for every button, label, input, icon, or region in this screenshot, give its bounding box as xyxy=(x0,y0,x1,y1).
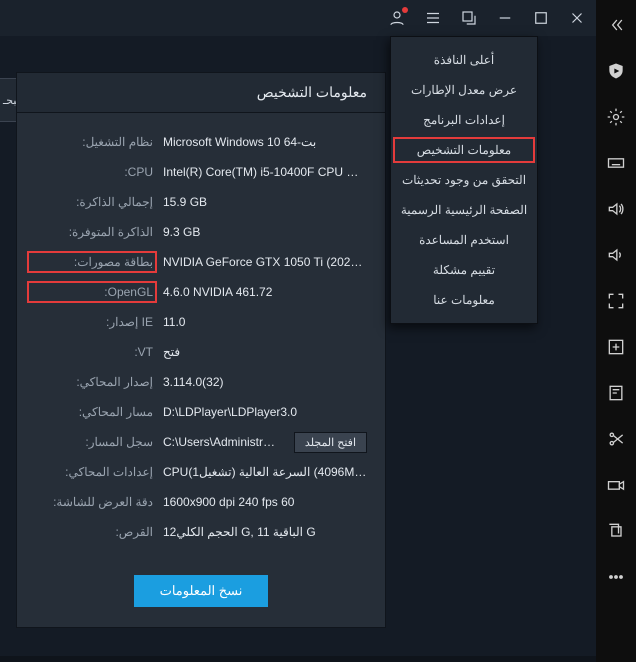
diag-row: OpenGL: 4.6.0 NVIDIA 461.72 xyxy=(31,277,367,307)
menu-item[interactable]: أعلى النافذة xyxy=(391,45,537,75)
diag-label: إصدار المحاكي: xyxy=(31,375,153,389)
volume-down-icon[interactable] xyxy=(605,244,627,266)
gear-icon[interactable] xyxy=(605,106,627,128)
title-bar xyxy=(0,0,596,36)
copy-info-button[interactable]: نسخ المعلومات xyxy=(134,575,269,607)
profile-icon[interactable] xyxy=(388,9,406,27)
bottom-divider xyxy=(0,656,596,662)
diag-label: دقة العرض للشاشة: xyxy=(31,495,153,509)
dots-icon[interactable] xyxy=(605,566,627,588)
diag-value: 3.114.0(32) xyxy=(163,375,367,389)
menu-item[interactable]: معلومات عنا xyxy=(391,285,537,315)
diag-row: القرص: 12الحجم الكلي G, الباقية 11 G xyxy=(31,517,367,547)
diag-row: إجمالي الذاكرة: 15.9 GB xyxy=(31,187,367,217)
diag-label: OpenGL: xyxy=(31,285,153,299)
diag-value: 15.9 GB xyxy=(163,195,367,209)
multi-window-icon[interactable] xyxy=(460,9,478,27)
chevrons-icon[interactable] xyxy=(605,14,627,36)
diag-value: 11.0 xyxy=(163,315,367,329)
diag-row: بطاقة مصورات: NVIDIA GeForce GTX 1050 Ti … xyxy=(31,247,367,277)
diag-label: بطاقة مصورات: xyxy=(31,255,153,269)
diag-value: NVIDIA GeForce GTX 1050 Ti (2021022 xyxy=(163,255,367,269)
diag-row: CPU: Intel(R) Core(TM) i5-10400F CPU @ 2.… xyxy=(31,157,367,187)
side-toolbar xyxy=(596,0,636,662)
shield-icon[interactable] xyxy=(605,60,627,82)
diag-row: الذاكرة المتوفرة: 9.3 GB xyxy=(31,217,367,247)
menu-item[interactable]: استخدم المساعدة xyxy=(391,225,537,255)
menu-item[interactable]: التحقق من وجود تحديثات xyxy=(391,165,537,195)
volume-up-icon[interactable] xyxy=(605,198,627,220)
maximize-button[interactable] xyxy=(532,9,550,27)
camera-icon[interactable] xyxy=(605,474,627,496)
settings-menu: أعلى النافذةعرض معدل الإطاراتإعدادات الب… xyxy=(390,36,538,324)
diag-label: نظام التشغيل: xyxy=(31,135,153,149)
diag-value: 1600x900 dpi 240 fps 60 xyxy=(163,495,367,509)
menu-item[interactable]: معلومات التشخيص xyxy=(391,135,537,165)
diag-row: نظام التشغيل: Microsoft Windows 10 64-بت xyxy=(31,127,367,157)
menu-item[interactable]: تقييم مشكلة xyxy=(391,255,537,285)
diag-row: VT: فتح xyxy=(31,337,367,367)
diag-label: مسار المحاكي: xyxy=(31,405,153,419)
notification-dot xyxy=(402,7,408,13)
apk-icon[interactable] xyxy=(605,382,627,404)
diag-label: IE إصدار: xyxy=(31,315,153,329)
minimize-button[interactable] xyxy=(496,9,514,27)
diag-label: إعدادات المحاكي: xyxy=(31,465,153,479)
plus-box-icon[interactable] xyxy=(605,336,627,358)
diag-value: 9.3 GB xyxy=(163,225,367,239)
diag-row: مسار المحاكي: D:\LDPlayer\LDPlayer3.0 xyxy=(31,397,367,427)
fullscreen-icon[interactable] xyxy=(605,290,627,312)
diag-value: 12الحجم الكلي G, الباقية 11 G xyxy=(163,525,367,539)
diag-row: IE إصدار: 11.0 xyxy=(31,307,367,337)
diag-label: VT: xyxy=(31,345,153,359)
menu-item[interactable]: الصفحة الرئيسية الرسمية xyxy=(391,195,537,225)
menu-item[interactable]: إعدادات البرنامج xyxy=(391,105,537,135)
dialog-title: معلومات التشخيص xyxy=(17,73,385,113)
scissors-icon[interactable] xyxy=(605,428,627,450)
diag-value: CPU(1تشغيل) السرعة العالية (4096M):(نواة… xyxy=(163,465,367,479)
diag-value: Microsoft Windows 10 64-بت xyxy=(163,135,367,149)
app-surface: لبحـ معلومات التشخيص نظام التشغيل:Micros… xyxy=(0,0,596,662)
menu-item[interactable]: عرض معدل الإطارات xyxy=(391,75,537,105)
diag-value: Intel(R) Core(TM) i5-10400F CPU @ 2.90 xyxy=(163,165,367,179)
diag-label: CPU: xyxy=(31,165,153,179)
diag-row: إصدار المحاكي: 3.114.0(32) xyxy=(31,367,367,397)
diag-row: دقة العرض للشاشة: 1600x900 dpi 240 fps 60 xyxy=(31,487,367,517)
diag-value: D:\LDPlayer\LDPlayer3.0 xyxy=(163,405,367,419)
diag-value: C:\Users\Administrator\AppData\Roami... xyxy=(163,435,276,449)
diag-row: سجل المسار: C:\Users\Administrator\AppDat… xyxy=(31,427,367,457)
diagnostics-dialog: معلومات التشخيص نظام التشغيل: Microsoft W… xyxy=(16,72,386,628)
diag-value: فتح xyxy=(163,345,367,359)
diag-label: إجمالي الذاكرة: xyxy=(31,195,153,209)
diagnostics-rows: نظام التشغيل: Microsoft Windows 10 64-بت C… xyxy=(17,113,385,557)
diag-row: إعدادات المحاكي: CPU(1تشغيل) السرعة العال… xyxy=(31,457,367,487)
diag-label: القرص: xyxy=(31,525,153,539)
close-button[interactable] xyxy=(568,9,586,27)
diag-value: 4.6.0 NVIDIA 461.72 xyxy=(163,285,367,299)
open-folder-button[interactable]: افتح المجلد xyxy=(294,432,367,453)
layers-icon[interactable] xyxy=(605,520,627,542)
hamburger-menu-icon[interactable] xyxy=(424,9,442,27)
keyboard-icon[interactable] xyxy=(605,152,627,174)
diag-label: سجل المسار: xyxy=(31,435,153,449)
diag-label: الذاكرة المتوفرة: xyxy=(31,225,153,239)
